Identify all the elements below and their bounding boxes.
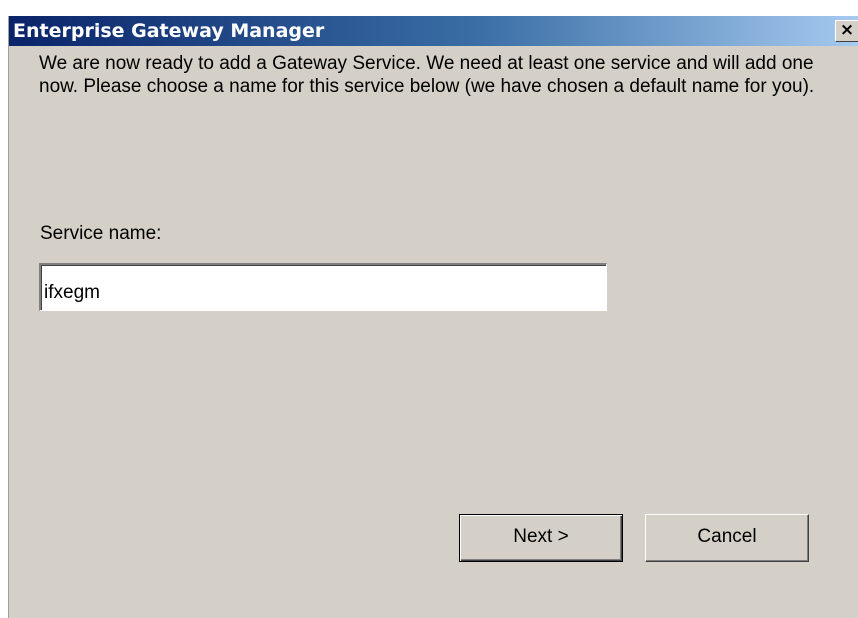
title-bar[interactable]: Enterprise Gateway Manager × [9,16,858,46]
close-icon: × [839,20,855,40]
service-name-input[interactable] [39,263,607,311]
window-title: Enterprise Gateway Manager [13,20,325,42]
service-name-label: Service name: [40,223,162,244]
close-button[interactable]: × [835,20,858,42]
dialog-window: Enterprise Gateway Manager × We are now … [8,16,858,618]
next-button[interactable]: Next > [459,514,623,562]
instruction-text: We are now ready to add a Gateway Servic… [39,53,815,97]
cancel-button[interactable]: Cancel [645,514,809,562]
